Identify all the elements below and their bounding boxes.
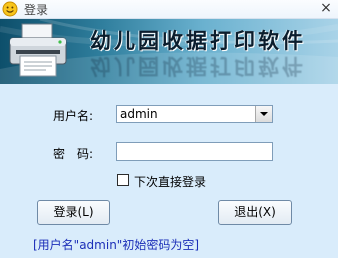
password-field[interactable] — [116, 142, 273, 161]
window-title: 登录 — [24, 3, 49, 17]
remember-checkbox[interactable] — [117, 174, 129, 186]
login-button[interactable]: 登录(L) — [37, 200, 110, 225]
smiley-icon — [2, 1, 18, 17]
banner: 幼儿园收据打印软件 幼儿园收据打印软件 — [0, 19, 338, 84]
close-button[interactable]: × — [318, 0, 334, 16]
printer-icon — [9, 23, 67, 77]
chevron-down-icon[interactable] — [255, 106, 272, 122]
hint-text: [用户名"admin"初始密码为空] — [33, 238, 200, 252]
exit-button[interactable]: 退出(X) — [218, 200, 292, 225]
password-label: 密 码: — [53, 147, 94, 161]
username-label: 用户名: — [53, 109, 94, 123]
remember-label[interactable]: 下次直接登录 — [134, 173, 206, 190]
title-bar: 登录 × — [0, 0, 338, 19]
banner-title: 幼儿园收据打印软件 — [90, 29, 306, 53]
username-value: admin — [120, 107, 158, 121]
banner-title-reflection: 幼儿园收据打印软件 — [90, 54, 306, 78]
username-select[interactable]: admin — [116, 105, 273, 123]
